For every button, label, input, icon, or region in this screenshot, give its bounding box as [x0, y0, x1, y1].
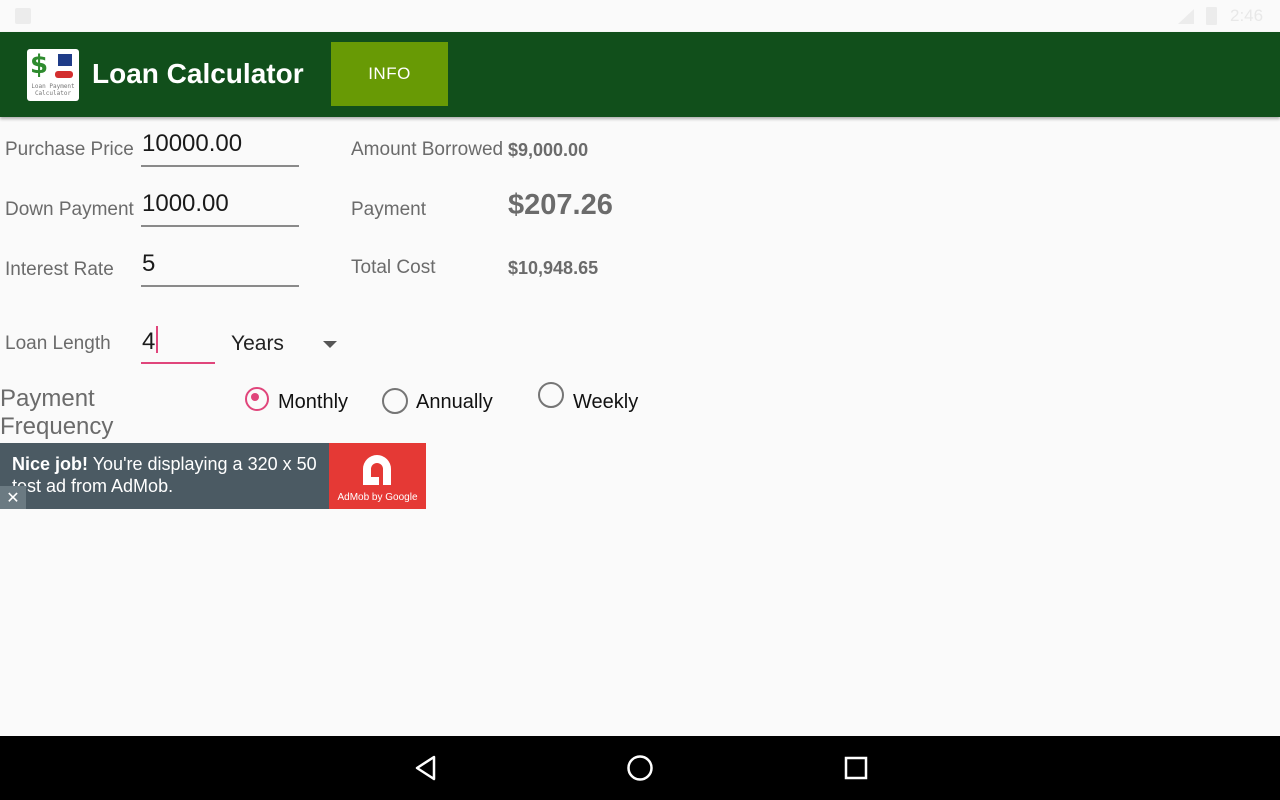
interest-rate-label: Interest Rate — [5, 259, 114, 280]
ad-banner[interactable]: Nice job! You're displaying a 320 x 50 t… — [0, 443, 426, 509]
annually-label[interactable]: Annually — [416, 391, 493, 414]
status-time: 2:46 — [1230, 6, 1264, 25]
back-icon[interactable] — [412, 754, 440, 782]
ad-headline: Nice job! — [12, 454, 89, 474]
payment-value: $207.26 — [508, 189, 613, 221]
car-icon — [55, 71, 73, 78]
logo-dollar: $ — [30, 50, 49, 80]
weekly-label[interactable]: Weekly — [573, 391, 638, 414]
purchase-price-label: Purchase Price — [5, 139, 134, 160]
down-payment-field[interactable]: 1000.00 — [141, 189, 299, 227]
total-cost-label: Total Cost — [351, 257, 436, 278]
loan-length-label: Loan Length — [5, 333, 111, 354]
loan-length-field[interactable]: 4 — [141, 326, 215, 364]
loan-length-value: 4 — [142, 328, 156, 355]
admob-mark-icon — [363, 455, 391, 485]
annually-radio[interactable] — [382, 388, 408, 414]
dropdown-arrow-icon — [323, 341, 337, 348]
house-icon — [58, 54, 72, 66]
signal-icon — [1178, 9, 1194, 24]
sd-card-icon — [15, 8, 31, 24]
home-icon[interactable] — [626, 754, 654, 782]
interest-rate-field[interactable]: 5 — [141, 249, 299, 287]
app-logo: $ Loan Payment Calculator — [27, 49, 79, 101]
app-bar: $ Loan Payment Calculator Loan Calculato… — [0, 32, 1280, 117]
recents-icon[interactable] — [842, 754, 870, 782]
status-bar: 2:46 — [0, 0, 1280, 32]
ad-text: Nice job! You're displaying a 320 x 50 t… — [12, 453, 322, 497]
payment-label: Payment — [351, 199, 426, 220]
loan-length-unit: Years — [231, 332, 284, 355]
ad-close-button[interactable]: ✕ — [0, 486, 26, 509]
admob-logo: AdMob by Google — [329, 443, 426, 509]
amount-borrowed-value: $9,000.00 — [508, 140, 589, 160]
payment-frequency-label-line2: Frequency — [0, 413, 114, 440]
info-button[interactable]: INFO — [331, 42, 448, 106]
logo-caption: Loan Payment Calculator — [31, 83, 75, 97]
purchase-price-field[interactable]: 10000.00 — [141, 129, 299, 167]
text-cursor — [156, 326, 159, 353]
down-payment-label: Down Payment — [5, 199, 134, 220]
monthly-label[interactable]: Monthly — [278, 391, 348, 414]
loan-length-unit-dropdown[interactable]: Years — [231, 330, 341, 360]
app-title: Loan Calculator — [92, 58, 304, 89]
monthly-radio[interactable] — [245, 387, 269, 411]
navigation-bar — [0, 736, 1280, 800]
total-cost-value: $10,948.65 — [508, 258, 599, 278]
payment-frequency-label: Payment Frequency — [0, 385, 113, 441]
payment-frequency-label-line1: Payment — [0, 385, 95, 412]
admob-brand: AdMob by Google — [337, 492, 418, 503]
weekly-radio[interactable] — [538, 382, 564, 408]
amount-borrowed-label: Amount Borrowed — [351, 139, 504, 160]
battery-icon — [1206, 7, 1217, 25]
